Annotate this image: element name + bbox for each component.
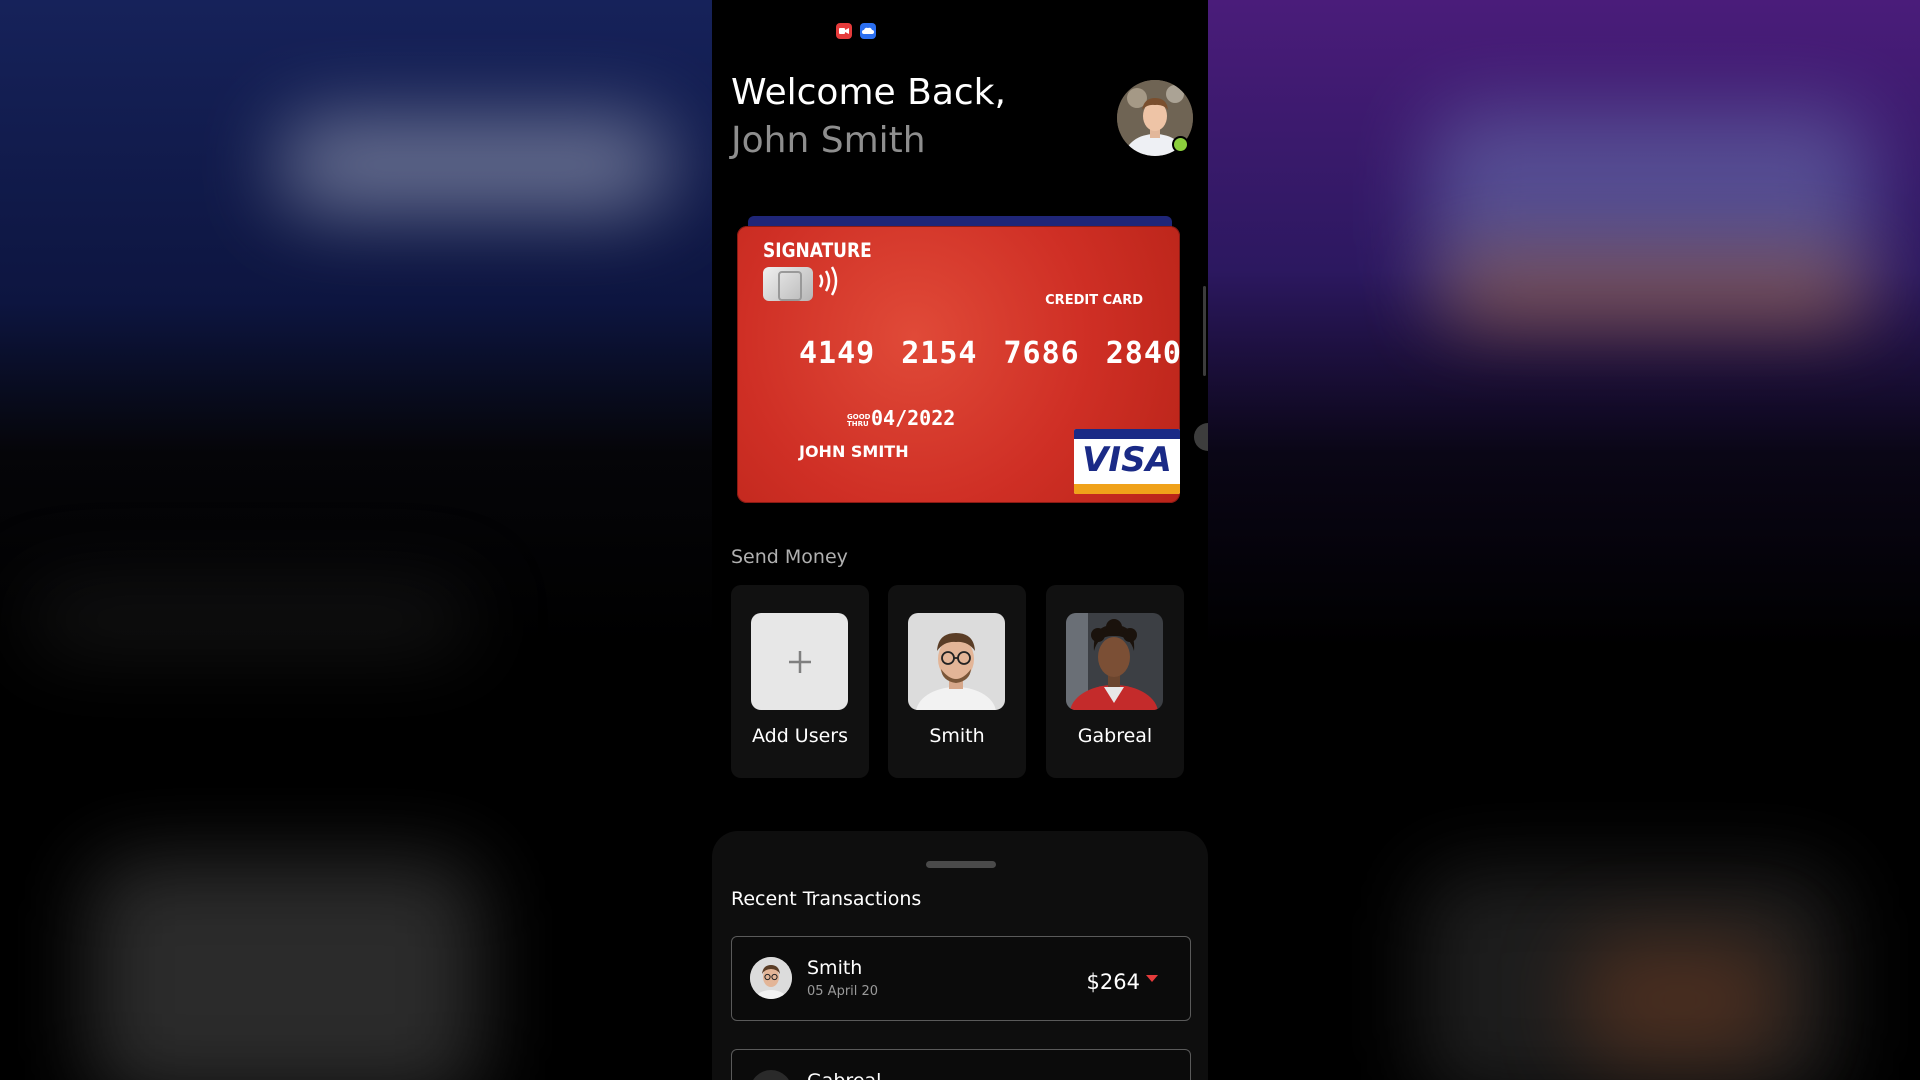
transaction-date: 05 April 20	[807, 984, 879, 999]
visa-logo: VISA	[1074, 429, 1180, 494]
background-blur-shape	[280, 120, 670, 210]
recent-transactions-sheet: Recent Transactions Smith 05 April 20 $2…	[712, 831, 1208, 1080]
recent-transactions-title: Recent Transactions	[731, 888, 922, 910]
card-number-group: 2154	[901, 336, 978, 371]
scroll-indicator	[1203, 286, 1206, 376]
plus-icon	[751, 613, 848, 710]
card-number: 4149 2154 7686 2840	[799, 336, 1180, 371]
send-money-title: Send Money	[731, 546, 848, 568]
background-blur-shape	[30, 590, 470, 650]
card-expiry: 04/2022	[871, 406, 956, 430]
card-number-group: 2840	[1105, 336, 1180, 371]
contact-tile-smith[interactable]: Smith	[888, 585, 1026, 778]
transaction-avatar	[750, 1070, 792, 1080]
edge-handle[interactable]	[1194, 423, 1208, 451]
background-blur-shape	[1440, 260, 1870, 320]
contact-photo	[1066, 613, 1163, 710]
transaction-row[interactable]: Smith 05 April 20 $264	[731, 936, 1191, 1021]
transaction-avatar	[750, 957, 792, 999]
contact-tile-gabreal[interactable]: Gabreal	[1046, 585, 1184, 778]
contact-name: Gabreal	[1077, 725, 1153, 747]
background-blur-shape	[90, 860, 480, 1080]
transaction-row[interactable]: Gabreal	[731, 1049, 1191, 1080]
contactless-icon	[817, 266, 841, 302]
phone-screen: Welcome Back, John Smith SIGNATURE CREDI…	[712, 0, 1208, 1080]
sheet-drag-handle[interactable]	[926, 861, 996, 868]
card-type-label: CREDIT CARD	[1045, 293, 1143, 308]
contact-photo	[908, 613, 1005, 710]
user-name: John Smith	[731, 120, 926, 161]
card-chip-icon	[763, 267, 813, 301]
card-number-group: 4149	[799, 336, 876, 371]
add-users-label: Add Users	[751, 725, 849, 747]
contact-name: Smith	[929, 725, 985, 747]
good-thru-label: GOOD THRU	[847, 413, 871, 428]
card-number-group: 7686	[1003, 336, 1080, 371]
screen-record-icon	[836, 23, 852, 39]
credit-card[interactable]: SIGNATURE CREDIT CARD 4149 2154 7686 284…	[737, 226, 1180, 503]
transaction-amount: $264	[1086, 970, 1140, 994]
online-status-indicator	[1172, 136, 1189, 153]
add-users-tile[interactable]: Add Users	[731, 585, 869, 778]
card-holder-name: JOHN SMITH	[799, 442, 909, 461]
status-bar-icons	[836, 23, 876, 39]
transaction-name: Smith	[807, 957, 863, 979]
caret-down-icon	[1146, 975, 1158, 982]
visa-band-bottom	[1074, 484, 1180, 494]
card-signature-label: SIGNATURE	[763, 239, 872, 263]
transaction-name: Gabreal	[807, 1070, 881, 1080]
visa-brand-text: VISA	[1082, 440, 1172, 480]
background-blur-shape	[1580, 940, 1780, 1060]
cloud-app-icon	[860, 23, 876, 39]
welcome-heading: Welcome Back,	[731, 72, 1006, 113]
visa-band-top	[1074, 429, 1180, 439]
